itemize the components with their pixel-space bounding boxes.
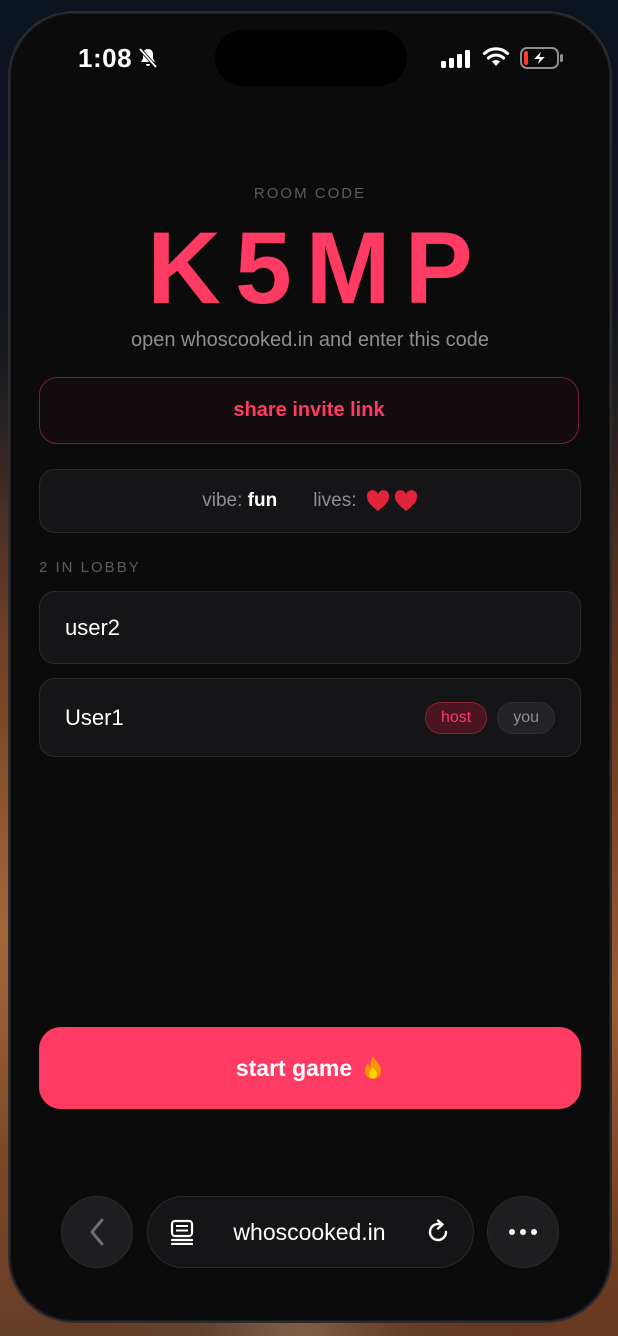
browser-back-button[interactable] bbox=[61, 1196, 133, 1268]
player-card: user2 bbox=[39, 591, 581, 664]
start-game-label: start game bbox=[235, 1054, 353, 1081]
heart-icon bbox=[394, 490, 417, 511]
vibe-value: fun bbox=[247, 490, 278, 511]
dynamic-island bbox=[215, 30, 407, 86]
room-code-hint: open whoscooked.in and enter this code bbox=[130, 329, 490, 351]
url-text: whoscooked.in bbox=[233, 1218, 386, 1245]
host-badge: host bbox=[424, 701, 488, 734]
ellipsis-icon bbox=[509, 1229, 515, 1235]
lives-hearts bbox=[362, 490, 418, 511]
status-time: 1:08 bbox=[78, 43, 133, 73]
lobby-count-label: 2 IN LOBBY bbox=[39, 559, 141, 576]
lives-setting: lives: bbox=[313, 490, 418, 512]
lives-label: lives: bbox=[313, 490, 357, 511]
phone-screen: 1:08 ROOM CODE K5MP open whoscooked.in a… bbox=[10, 13, 610, 1321]
reload-icon[interactable] bbox=[425, 1219, 451, 1245]
start-game-button[interactable]: start game bbox=[39, 1027, 581, 1109]
fire-icon bbox=[365, 1056, 382, 1079]
room-code: K5MP bbox=[147, 211, 487, 325]
more-options-button[interactable] bbox=[487, 1196, 559, 1268]
signal-icon bbox=[441, 50, 470, 68]
bell-slash-icon bbox=[138, 47, 158, 69]
player-name: user2 bbox=[65, 614, 121, 640]
chevron-left-icon bbox=[90, 1218, 104, 1246]
vibe-label: vibe: bbox=[202, 490, 243, 511]
wifi-icon bbox=[482, 47, 510, 66]
player-name: User1 bbox=[65, 704, 124, 730]
player-card: User1 host you bbox=[39, 678, 581, 757]
reader-mode-icon[interactable] bbox=[170, 1219, 194, 1245]
room-code-label: ROOM CODE bbox=[253, 185, 367, 202]
vibe-setting: vibe: fun bbox=[202, 490, 277, 512]
share-invite-button[interactable]: share invite link bbox=[39, 377, 579, 444]
you-badge: you bbox=[497, 701, 555, 734]
heart-icon bbox=[366, 490, 389, 511]
address-bar[interactable]: whoscooked.in bbox=[147, 1196, 474, 1268]
game-settings-card: vibe: fun lives: bbox=[39, 469, 581, 533]
battery-charging-icon bbox=[520, 47, 563, 69]
